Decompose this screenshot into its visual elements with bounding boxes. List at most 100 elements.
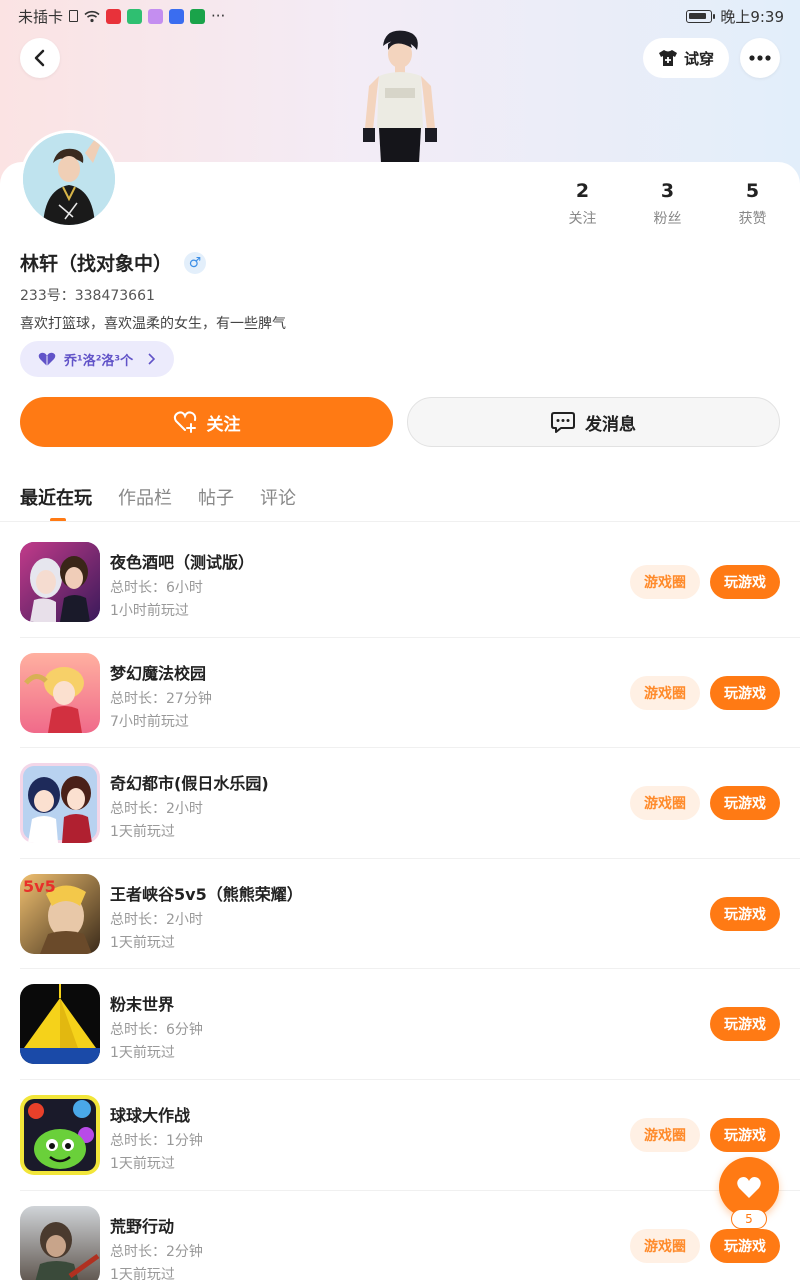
male-gender-icon: ♂ [184,251,207,274]
game-circle-button[interactable]: 游戏圈 [630,675,700,710]
tab-label: 帖子 [198,488,234,509]
play-game-button[interactable]: 玩游戏 [710,675,780,710]
play-game-button[interactable]: 玩游戏 [710,565,780,599]
avatar[interactable] [20,130,118,228]
game-name: 粉末世界 [110,995,175,1015]
relationship-tag[interactable]: 乔¹洛²洛³个 [20,341,174,377]
game-circle-button[interactable]: 游戏圈 [630,1228,700,1263]
stat-likes[interactable]: 5 获赞 [710,180,795,228]
wifi-icon [84,10,100,22]
floating-like-button[interactable] [719,1157,779,1217]
tab-recently-played[interactable]: 最近在玩 [20,484,92,522]
game-icon [20,984,100,1065]
tab-label: 最近在玩 [20,488,92,509]
game-duration: 总时长：6分钟 [110,1022,203,1039]
try-on-label: 试穿 [683,49,714,68]
stat-value: 2 [575,180,590,202]
game-duration: 总时长：2小时 [110,801,203,818]
recently-played-list: 夜色酒吧（测试版） 总时长：6小时 1小时前玩过 游戏圈 玩游戏 梦幻魔法校园 … [20,527,800,1280]
game-row[interactable]: 梦幻魔法校园 总时长：27分钟 7小时前玩过 游戏圈 玩游戏 [20,638,800,749]
stat-value: 3 [660,180,675,202]
game-name: 夜色酒吧（测试版） [110,553,255,572]
game-duration: 总时长：2分钟 [110,1243,203,1260]
follow-button[interactable]: 关注 [20,397,393,447]
avatar-image [23,133,115,225]
game-row[interactable]: 奇幻都市(假日水乐园) 总时长：2小时 1天前玩过 游戏圈 玩游戏 [20,748,800,859]
play-game-button[interactable]: 玩游戏 [710,1117,780,1152]
follow-label: 关注 [206,414,241,435]
tab-comments[interactable]: 评论 [260,484,296,510]
game-icon [20,652,100,733]
app-notification-icon [169,8,185,24]
play-game-button[interactable]: 玩游戏 [710,786,780,821]
game-duration: 总时长：1分钟 [110,1132,203,1149]
name-row: 林轩（找对象中） ♂ [20,249,207,276]
stat-label: 获赞 [738,211,767,227]
stat-followers[interactable]: 3 粉丝 [625,180,710,228]
stat-label: 关注 [568,211,597,227]
battery-icon [686,9,716,23]
app-notification-icon [127,8,143,24]
tab-label: 评论 [260,488,296,509]
stat-following[interactable]: 2 关注 [540,180,625,228]
game-duration: 总时长：2小时 [110,911,203,928]
game-last-played: 7小时前玩过 [110,713,189,730]
game-row[interactable]: 粉末世界 总时长：6分钟 1天前玩过 玩游戏 [20,969,800,1080]
game-last-played: 1小时前玩过 [110,603,189,619]
carrier-text: 未插卡 [18,7,64,26]
stat-label: 粉丝 [653,211,682,227]
game-name: 球球大作战 [110,1105,191,1125]
game-circle-button[interactable]: 游戏圈 [630,565,700,599]
play-game-button[interactable]: 玩游戏 [710,1007,780,1042]
more-dots-icon [749,55,771,61]
stat-value: 5 [745,180,760,202]
game-circle-button[interactable]: 游戏圈 [630,786,700,821]
game-row[interactable]: 荒野行动 总时长：2分钟 1天前玩过 游戏圈 玩游戏 [20,1191,800,1280]
try-on-button[interactable]: 试穿 [643,38,729,78]
divider [0,521,800,522]
game-row[interactable]: 球球大作战 总时长：1分钟 1天前玩过 游戏圈 玩游戏 [20,1080,800,1191]
game-last-played: 1天前玩过 [110,1266,175,1280]
game-last-played: 1天前玩过 [110,1155,175,1172]
tab-posts[interactable]: 帖子 [198,484,234,510]
back-button[interactable] [20,38,60,78]
heart-plus-icon [173,411,196,433]
more-notifications-text: ··· [211,7,226,25]
like-count-badge: 5 [731,1209,767,1229]
game-row[interactable]: 5v5 王者峡谷5v5（熊熊荣耀） 总时长：2小时 1天前玩过 玩游戏 [20,859,800,970]
game-name: 奇幻都市(假日水乐园) [110,774,269,794]
profile-stats: 2 关注 3 粉丝 5 获赞 [540,180,795,228]
game-icon [20,542,100,622]
game-duration: 总时长：27分钟 [110,690,212,707]
game-name: 荒野行动 [110,1216,175,1236]
avatar-3d-figure [355,28,445,163]
profile-tabs: 最近在玩 作品栏 帖子 评论 [20,484,296,522]
status-left: 未插卡 ··· [18,6,225,27]
game-icon [20,763,100,844]
game-circle-button[interactable]: 游戏圈 [630,1117,700,1152]
send-message-button[interactable]: 发消息 [407,397,780,447]
chat-bubble-icon [551,412,575,433]
more-button[interactable] [740,38,780,78]
game-last-played: 1天前玩过 [110,1045,175,1062]
user-bio: 喜欢打篮球，喜欢温柔的女生，有一些脾气 [20,316,286,332]
game-duration: 总时长：6小时 [110,580,203,596]
tab-label: 作品栏 [118,488,172,509]
play-game-button[interactable]: 玩游戏 [710,1228,780,1263]
game-icon [20,1094,100,1175]
app-notification-icon [190,8,206,24]
game-icon [20,1205,100,1280]
game-last-played: 1天前玩过 [110,824,175,841]
tab-works[interactable]: 作品栏 [118,484,172,510]
play-game-button[interactable]: 玩游戏 [710,896,780,931]
status-right: 晚上9:39 [686,6,784,27]
app-notification-icon [106,8,122,24]
heart-icon [38,352,56,366]
sim-icon [69,10,79,22]
clock-text: 晚上9:39 [720,7,784,26]
tshirt-icon [658,50,677,66]
app-notification-icon [148,8,164,24]
chevron-right-icon [148,353,156,365]
game-row[interactable]: 夜色酒吧（测试版） 总时长：6小时 1小时前玩过 游戏圈 玩游戏 [20,527,800,638]
user-id: 233号：338473661 [20,288,155,304]
